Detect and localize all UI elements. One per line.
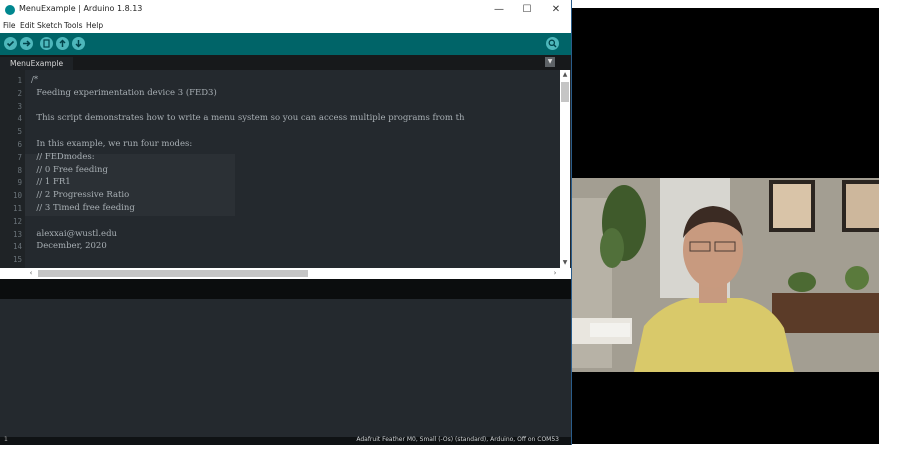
vertical-scrollbar[interactable]: ▲ ▼ [560,70,570,268]
line-number: 12 [12,216,22,226]
line-number: 9 [17,178,22,188]
code-area[interactable]: /* Feeding experimentation device 3 (FED… [25,70,559,268]
output-console[interactable] [0,299,571,437]
code-line: // 3 Timed free feeding [31,203,135,213]
code-line: In this example, we run four modes: [31,139,193,149]
horizontal-scrollbar[interactable]: ‹ › [0,268,571,279]
menu-sketch[interactable]: Sketch [37,21,62,30]
minimize-button[interactable]: — [486,2,512,18]
horizontal-scroll-thumb[interactable] [38,270,308,277]
line-number-gutter: 1 2 3 4 5 6 7 8 9 10 11 12 13 14 15 [0,70,25,268]
toolbar [0,33,571,55]
code-line: // 1 FR1 [31,177,71,188]
line-number: 14 [12,242,22,252]
close-button[interactable]: ✕ [543,2,569,18]
code-line: This script demonstrates how to write a … [31,113,465,124]
check-icon [6,40,15,47]
arrow-right-icon [23,40,31,47]
video-panel [572,8,879,444]
menu-bar: File Edit Sketch Tools Help [0,20,571,33]
scroll-down-icon[interactable]: ▼ [560,259,570,267]
upload-button[interactable] [20,37,33,50]
code-line: Feeding experimentation device 3 (FED3) [31,87,217,98]
line-number: 6 [17,140,22,149]
line-number: 2 [17,88,22,98]
open-button[interactable] [56,37,69,50]
scroll-left-icon[interactable]: ‹ [26,268,36,279]
line-number: 15 [12,255,22,265]
menu-tools[interactable]: Tools [64,21,82,30]
serial-monitor-button[interactable] [546,37,559,50]
verify-button[interactable] [4,37,17,50]
line-number: 3 [17,101,22,111]
line-number: 1 [17,76,22,85]
line-number: 11 [12,204,22,213]
menu-edit[interactable]: Edit [20,21,35,30]
code-line: December, 2020 [31,241,107,252]
line-number: 5 [17,127,22,137]
new-sketch-button[interactable] [40,37,53,50]
status-bar: 1 Adafruit Feather M0, Small (-Os) (stan… [0,436,571,445]
scroll-right-icon[interactable]: › [550,268,560,279]
line-number: 13 [12,229,22,239]
code-line: alexxai@wustl.edu [31,228,117,239]
scroll-up-icon[interactable]: ▲ [560,71,570,79]
code-line: // 2 Progressive Ratio [31,190,130,201]
arrow-down-icon [75,40,82,48]
menu-file[interactable]: File [3,21,16,30]
new-file-icon [43,39,50,48]
code-editor[interactable]: 1 2 3 4 5 6 7 8 9 10 11 12 13 14 15 /* Feeding experim… [0,70,571,268]
code-line: // FEDmodes: [31,151,95,162]
board-info: Adafruit Feather M0, Small (-Os) (standa… [356,436,559,443]
arduino-ide-window: MenuExample | Arduino 1.8.13 — ☐ ✕ File … [0,0,572,445]
arrow-up-icon [59,39,66,47]
webcam-video [572,178,879,372]
magnifier-icon [548,39,557,48]
save-button[interactable] [72,37,85,50]
menu-help[interactable]: Help [86,21,103,30]
line-number: 10 [12,191,22,201]
maximize-button[interactable]: ☐ [514,2,540,18]
editor-console-divider[interactable] [0,279,571,299]
code-line: // 0 Free feeding [31,164,108,175]
tab-bar: MenuExample ▼ [0,55,571,70]
line-number: 7 [17,152,22,162]
line-number: 4 [17,114,22,124]
title-bar[interactable]: MenuExample | Arduino 1.8.13 — ☐ ✕ [0,0,571,20]
tab-menuexample[interactable]: MenuExample [0,57,74,70]
current-line-number: 1 [4,436,8,443]
window-title: MenuExample | Arduino 1.8.13 [19,4,143,13]
line-number: 8 [17,165,22,175]
tab-menu-button[interactable]: ▼ [545,57,555,67]
code-line: /* [31,75,39,85]
arduino-logo-icon [5,5,15,15]
vertical-scroll-thumb[interactable] [561,82,569,102]
